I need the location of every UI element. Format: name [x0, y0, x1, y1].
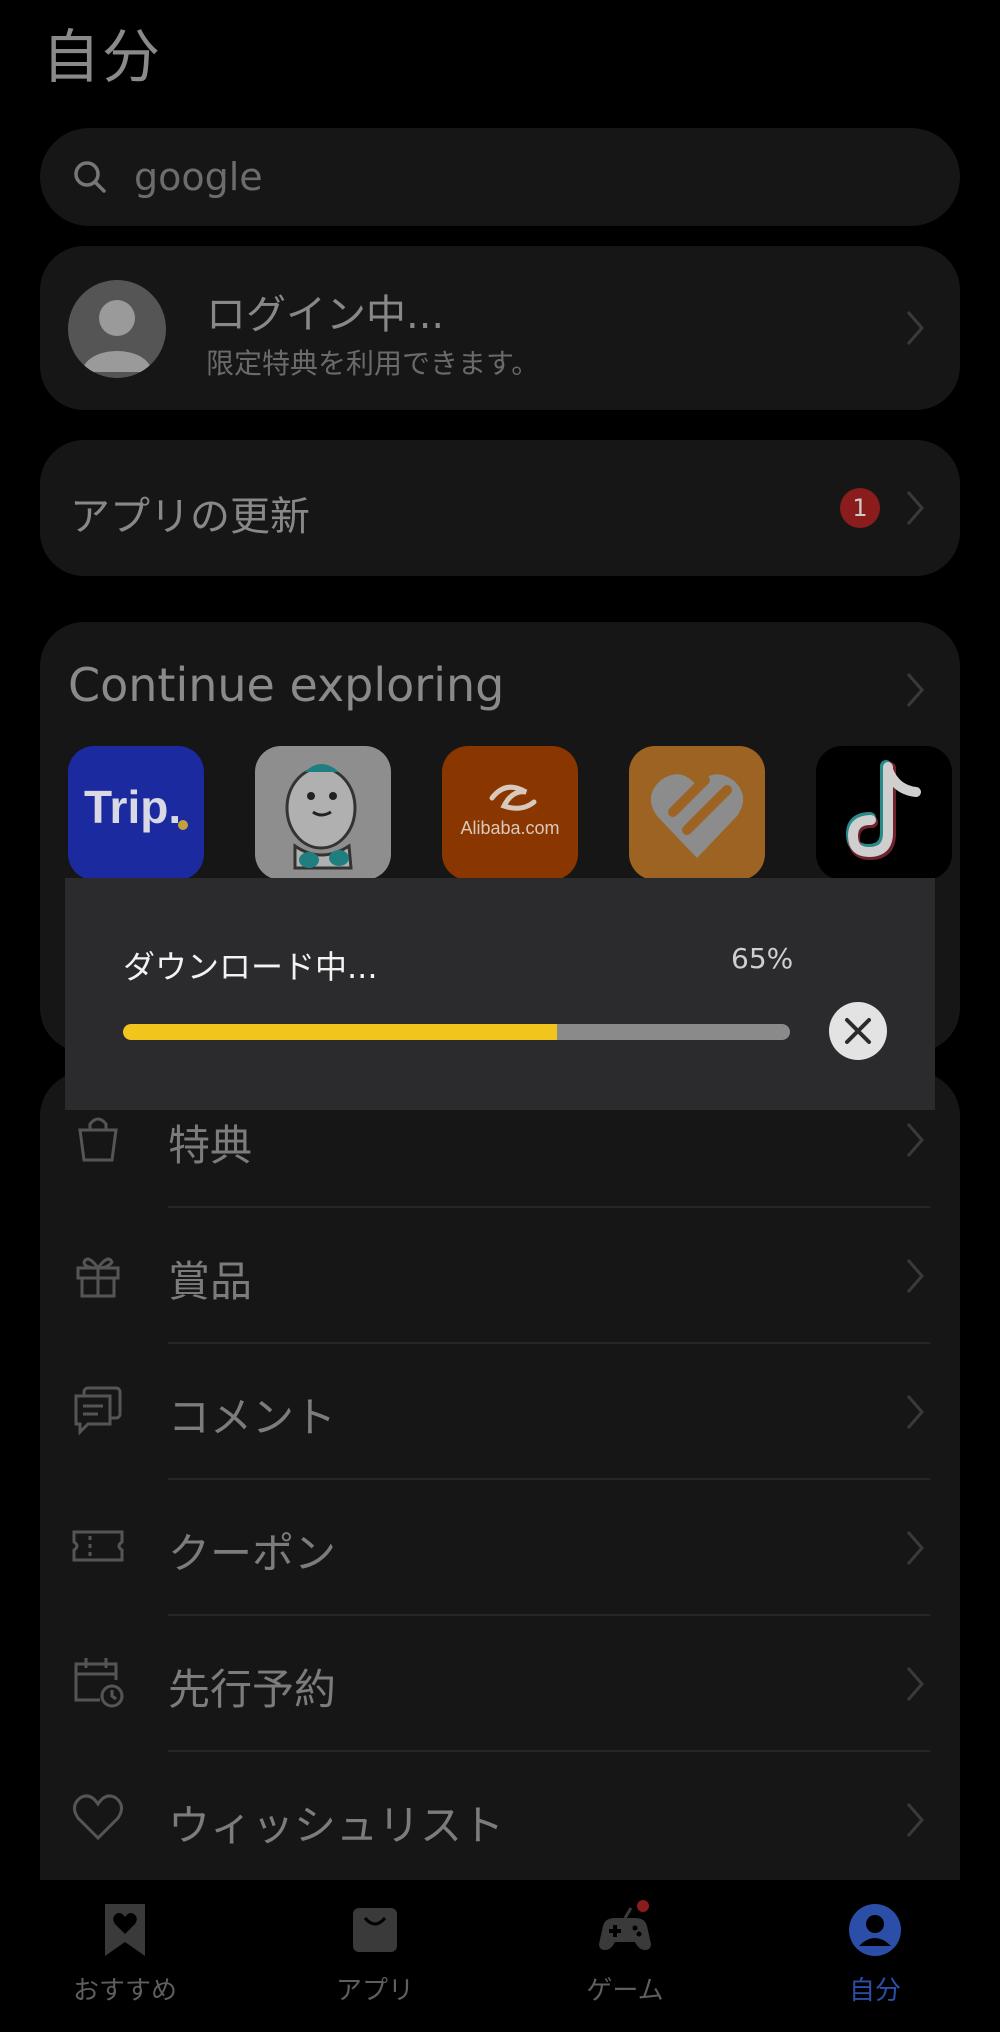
download-progress-bar — [123, 1024, 790, 1040]
gift-icon — [76, 1257, 120, 1298]
shopping-bag-icon — [78, 1117, 118, 1162]
search-icon — [74, 161, 106, 193]
menu-item-label: 賞品 — [168, 1257, 253, 1306]
cancel-download-button[interactable] — [829, 1002, 887, 1060]
download-title: ダウンロード中... — [123, 948, 378, 986]
tab-games[interactable]: ゲーム — [550, 1900, 700, 2007]
coupon-icon — [72, 1530, 124, 1562]
menu-item-label: 特典 — [168, 1121, 253, 1170]
page-title: 自分 — [42, 23, 163, 91]
chevron-right-icon — [906, 1667, 924, 1701]
login-subtitle: 限定特典を利用できます。 — [206, 347, 540, 380]
search-bar[interactable]: google — [40, 128, 960, 226]
tab-label: アプリ — [335, 1976, 414, 2006]
menu-item-label: クーポン — [168, 1529, 337, 1578]
tab-label: ゲーム — [586, 1976, 664, 2006]
close-icon — [845, 1018, 871, 1044]
chevron-right-icon — [906, 491, 924, 525]
chevron-right-icon — [906, 1123, 924, 1157]
menu-list: 特典 賞品 コメント クーポン 先行予約 ウィッシュリスト — [40, 1072, 960, 1880]
heart-app-icon[interactable] — [629, 746, 765, 880]
menu-item-comments[interactable]: コメント — [40, 1344, 960, 1480]
tab-recommended[interactable]: おすすめ — [50, 1900, 200, 2007]
app-updates-label: アプリの更新 — [70, 494, 310, 540]
update-count-badge: 1 — [840, 488, 880, 528]
chevron-right-icon — [906, 1395, 924, 1429]
chevron-right-icon[interactable] — [904, 670, 926, 710]
bigo-icon[interactable] — [255, 746, 391, 880]
heart-icon — [73, 1794, 123, 1841]
trip-icon[interactable]: Trip. — [68, 746, 204, 880]
tab-label: おすすめ — [72, 1976, 177, 2006]
comment-icon — [74, 1386, 122, 1436]
bottom-tab-bar: おすすめ アプリ ゲーム 自分 — [0, 1880, 1000, 2032]
app-updates-row[interactable]: アプリの更新 1 — [40, 440, 960, 576]
download-percent: 65% — [731, 942, 794, 975]
tab-apps[interactable]: アプリ — [300, 1900, 450, 2007]
chevron-right-icon — [906, 1259, 924, 1293]
chevron-right-icon — [906, 1803, 924, 1837]
tab-label: 自分 — [848, 1976, 901, 2006]
login-card[interactable]: ログイン中... 限定特典を利用できます。 — [40, 246, 960, 410]
chevron-right-icon — [906, 1531, 924, 1565]
bookmark-heart-icon — [105, 1904, 145, 1956]
download-progress-fill — [123, 1024, 557, 1040]
avatar — [68, 280, 166, 378]
menu-item-coupons[interactable]: クーポン — [40, 1480, 960, 1616]
calendar-clock-icon — [74, 1658, 124, 1708]
tab-me[interactable]: 自分 — [800, 1900, 950, 2007]
gamepad-icon — [599, 1900, 651, 1950]
menu-item-label: 先行予約 — [168, 1665, 337, 1714]
menu-item-preorder[interactable]: 先行予約 — [40, 1616, 960, 1752]
profile-icon — [849, 1904, 901, 1956]
menu-item-label: ウィッシュリスト — [168, 1801, 505, 1850]
login-title: ログイン中... — [206, 292, 445, 338]
menu-item-wishlist[interactable]: ウィッシュリスト — [40, 1752, 960, 1888]
chevron-right-icon — [906, 311, 924, 345]
download-dialog: ダウンロード中... 65% — [65, 878, 935, 1110]
menu-item-prizes[interactable]: 賞品 — [40, 1208, 960, 1344]
app-bag-icon — [353, 1908, 397, 1952]
tiktok-icon[interactable] — [816, 746, 952, 880]
search-query: google — [134, 155, 263, 199]
alibaba-icon[interactable]: Alibaba.com — [442, 746, 578, 880]
menu-item-label: コメント — [168, 1393, 337, 1442]
continue-exploring-title[interactable]: Continue exploring — [68, 658, 504, 712]
